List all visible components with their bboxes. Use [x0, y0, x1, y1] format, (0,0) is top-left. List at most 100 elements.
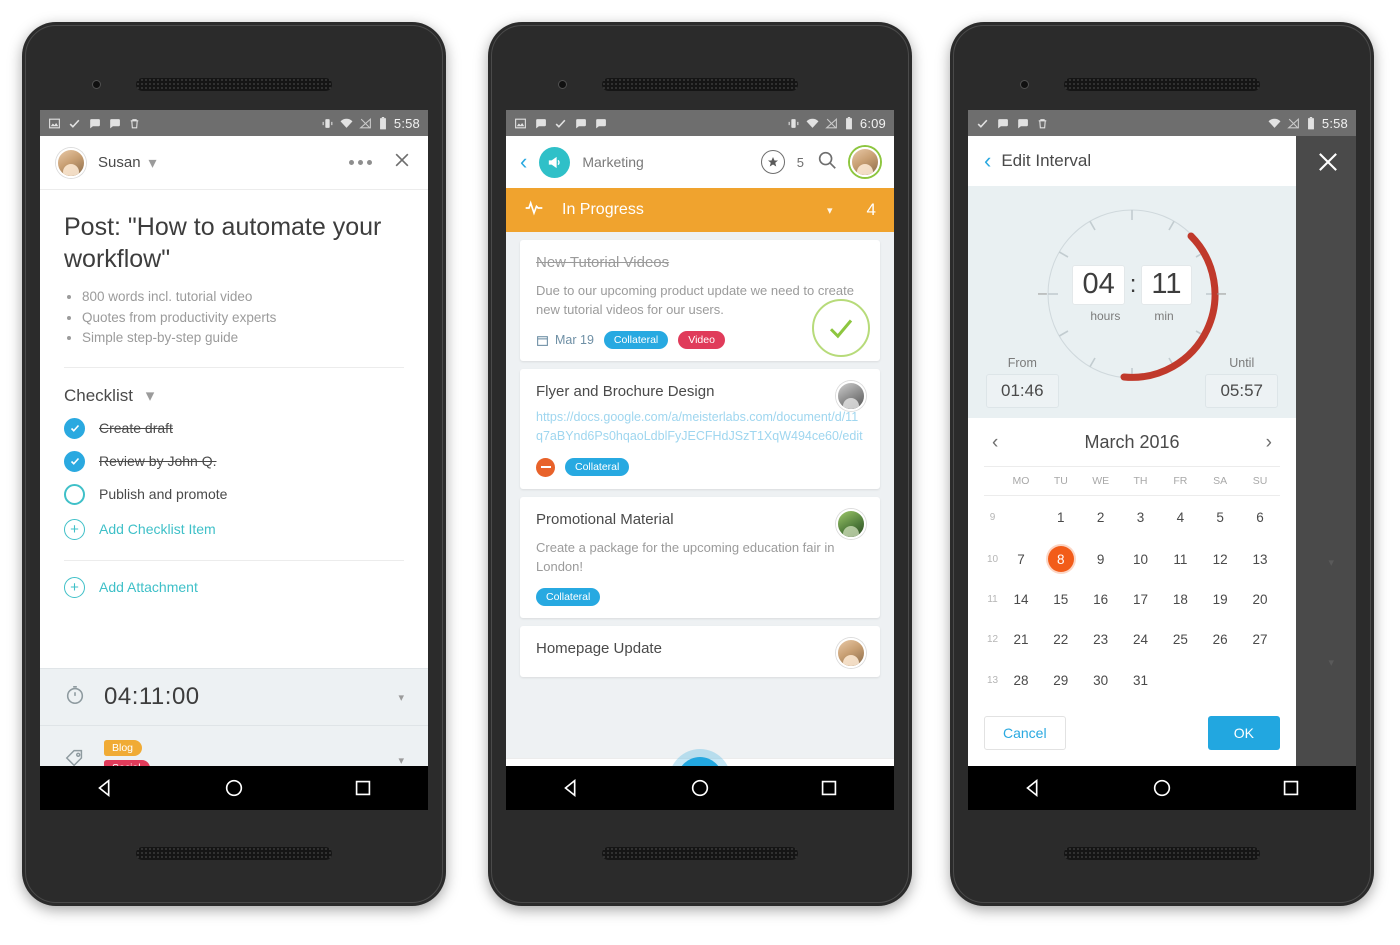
calendar-day[interactable] — [1240, 659, 1280, 702]
calendar-day[interactable]: 5 — [1200, 496, 1240, 540]
avatar[interactable] — [850, 147, 880, 177]
calendar-day[interactable]: 1 — [1041, 496, 1081, 540]
section-task-count: 4 — [866, 200, 876, 219]
chevron-down-icon[interactable]: ▾ — [149, 153, 157, 173]
checklist-item[interactable]: Create draft — [40, 412, 428, 445]
close-icon[interactable] — [392, 150, 412, 175]
calendar-day[interactable]: 13 — [1240, 539, 1280, 579]
home-nav-icon[interactable] — [689, 777, 711, 799]
until-value[interactable]: 05:57 — [1205, 374, 1278, 408]
calendar-day[interactable]: 3 — [1121, 496, 1161, 540]
interval-range: From 01:46 Until 05:57 — [968, 356, 1296, 408]
calendar-day[interactable]: 9 — [1081, 539, 1121, 579]
tag-chip[interactable]: Blog — [104, 740, 143, 756]
calendar-day[interactable]: 14 — [1001, 579, 1041, 619]
calendar-day[interactable]: 30 — [1081, 659, 1121, 702]
calendar-day[interactable]: 25 — [1160, 619, 1200, 659]
star-icon[interactable] — [760, 150, 785, 174]
calendar-day[interactable]: 27 — [1240, 619, 1280, 659]
calendar-day[interactable]: 15 — [1041, 579, 1081, 619]
task-card[interactable]: Promotional Material Create a package fo… — [520, 496, 880, 619]
dialog-actions: Cancel OK — [984, 702, 1280, 760]
tag-pill[interactable]: Collateral — [565, 458, 630, 477]
project-name[interactable]: Marketing — [582, 154, 643, 170]
minutes-input[interactable]: 11 — [1141, 265, 1192, 305]
recents-nav-icon[interactable] — [352, 777, 374, 799]
avatar[interactable] — [836, 381, 866, 412]
calendar-day[interactable]: 20 — [1240, 579, 1280, 619]
more-options-button[interactable] — [349, 160, 372, 165]
avatar[interactable] — [56, 147, 86, 178]
calendar-day[interactable] — [1001, 496, 1041, 540]
add-attachment-button[interactable]: + Add Attachment — [40, 561, 428, 614]
calendar-day[interactable]: 29 — [1041, 659, 1081, 702]
section-header-in-progress[interactable]: In Progress ▾ 4 — [506, 188, 894, 232]
task-card[interactable]: Flyer and Brochure Design https://docs.g… — [520, 369, 880, 489]
calendar-day[interactable]: 21 — [1001, 619, 1041, 659]
task-card[interactable]: New Tutorial Videos Due to our upcoming … — [520, 240, 880, 362]
tag-pill[interactable]: Collateral — [603, 331, 669, 350]
hours-input[interactable]: 04 — [1072, 265, 1125, 305]
back-nav-icon[interactable] — [1022, 777, 1044, 799]
avatar[interactable] — [836, 638, 866, 669]
calendar-day[interactable]: 7 — [1001, 539, 1041, 579]
megaphone-icon[interactable] — [539, 146, 571, 178]
calendar-day[interactable]: 2 — [1081, 496, 1121, 540]
chevron-down-icon[interactable]: ▾ — [146, 386, 155, 406]
task-card-link[interactable]: https://docs.google.com/a/meisterlabs.co… — [536, 408, 864, 446]
calendar-day-selected[interactable]: 8 — [1041, 539, 1081, 579]
from-value[interactable]: 01:46 — [986, 374, 1059, 408]
home-nav-icon[interactable] — [1151, 777, 1173, 799]
tag-pill[interactable]: Collateral — [536, 588, 601, 607]
prev-month-button[interactable]: ‹ — [984, 433, 1006, 452]
calendar-day[interactable] — [1200, 659, 1240, 702]
chevron-down-icon[interactable]: ▾ — [398, 691, 404, 704]
timer-row[interactable]: 04:11:00 ▾ — [40, 669, 428, 725]
chat-icon — [536, 118, 546, 128]
ok-button[interactable]: OK — [1207, 716, 1280, 750]
chevron-down-icon[interactable]: ▾ — [827, 204, 833, 217]
calendar-day[interactable]: 28 — [1001, 659, 1041, 702]
search-icon[interactable] — [816, 149, 838, 176]
add-checklist-item-button[interactable]: + Add Checklist Item — [40, 511, 428, 548]
calendar-day[interactable]: 24 — [1121, 619, 1161, 659]
calendar-day[interactable]: 10 — [1121, 539, 1161, 579]
cancel-button[interactable]: Cancel — [984, 716, 1066, 750]
checkbox-checked-icon[interactable] — [64, 450, 85, 472]
calendar-day[interactable]: 6 — [1240, 496, 1280, 540]
calendar-day[interactable]: 4 — [1160, 496, 1200, 540]
close-icon[interactable] — [1314, 148, 1342, 181]
checklist-item[interactable]: Publish and promote — [40, 478, 428, 511]
avatar[interactable] — [836, 508, 866, 539]
back-nav-icon[interactable] — [94, 777, 116, 799]
next-month-button[interactable]: › — [1258, 433, 1280, 452]
calendar-day[interactable]: 22 — [1041, 619, 1081, 659]
calendar-day[interactable]: 12 — [1200, 539, 1240, 579]
calendar-day[interactable]: 11 — [1160, 539, 1200, 579]
modal-scrim[interactable]: ▾ ▾ — [1296, 136, 1356, 810]
calendar-day[interactable]: 16 — [1081, 579, 1121, 619]
calendar-day[interactable]: 17 — [1121, 579, 1161, 619]
recents-nav-icon[interactable] — [818, 777, 840, 799]
task-card[interactable]: Homepage Update — [520, 626, 880, 678]
calendar-day[interactable]: 31 — [1121, 659, 1161, 702]
calendar-day[interactable]: 23 — [1081, 619, 1121, 659]
recents-nav-icon[interactable] — [1280, 777, 1302, 799]
calendar-day[interactable]: 18 — [1160, 579, 1200, 619]
task-title[interactable]: Post: "How to automate your workflow" — [40, 190, 428, 287]
assignee-name[interactable]: Susan — [98, 154, 141, 171]
back-icon[interactable]: ‹ — [520, 151, 527, 173]
timer-value: 04:11:00 — [104, 683, 200, 710]
back-nav-icon[interactable] — [560, 777, 582, 799]
calendar-day[interactable]: 19 — [1200, 579, 1240, 619]
back-icon[interactable]: ‹ — [984, 150, 991, 172]
tag-pill[interactable]: Video — [678, 331, 725, 350]
calendar-day[interactable]: 26 — [1200, 619, 1240, 659]
bottom-speaker — [602, 847, 798, 860]
calendar-day[interactable] — [1160, 659, 1200, 702]
checkbox-checked-icon[interactable] — [64, 417, 85, 439]
checklist-item[interactable]: Review by John Q. — [40, 445, 428, 478]
home-nav-icon[interactable] — [223, 777, 245, 799]
chevron-down-icon[interactable]: ▾ — [398, 754, 404, 767]
checkbox-unchecked-icon[interactable] — [64, 483, 85, 505]
